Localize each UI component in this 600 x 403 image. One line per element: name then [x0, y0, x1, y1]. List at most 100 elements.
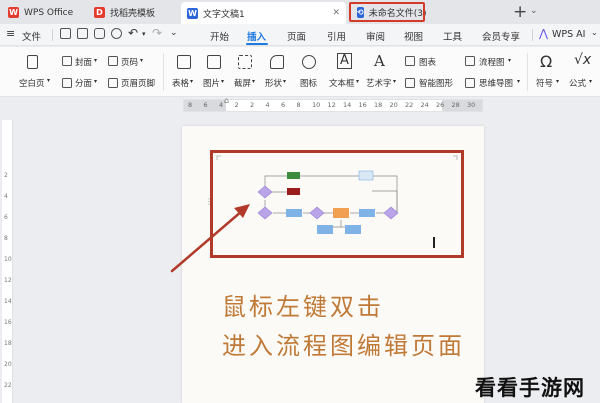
cover-button[interactable]: 封面 [75, 56, 92, 68]
ruler-tick-label: 8 [4, 235, 8, 242]
menu-home[interactable]: 开始 [210, 29, 229, 43]
section-break-icon[interactable] [62, 78, 72, 88]
table-button[interactable]: 表格 [172, 77, 189, 89]
preview-icon[interactable] [111, 28, 122, 39]
undo-dropdown-icon[interactable]: ▾ [142, 30, 146, 38]
header-footer-icon[interactable] [108, 78, 118, 88]
tab-template[interactable]: D 找稻壳模板 [88, 2, 178, 23]
docer-icon: D [94, 7, 105, 18]
screenshot-icon[interactable] [238, 55, 252, 69]
icon-library-icon[interactable] [302, 55, 316, 69]
tab-document-1[interactable]: W 文字文稿1 ✕ [181, 2, 346, 24]
image-button[interactable]: 图片 [203, 77, 220, 89]
ruler-margin [442, 100, 482, 111]
table-icon[interactable] [177, 55, 191, 69]
ruler-tick-label: 14 [4, 298, 12, 305]
smart-shape-icon[interactable] [405, 78, 415, 88]
dropdown-arrow-icon[interactable]: ▾ [94, 57, 97, 64]
divider [527, 53, 528, 91]
wordart-icon[interactable]: A [374, 52, 385, 70]
omega-icon[interactable]: Ω [540, 52, 552, 71]
ruler-tick-label: 6 [203, 101, 208, 109]
hamburger-menu-icon[interactable]: ≡ [6, 27, 15, 40]
screenshot-button[interactable]: 截屏 [234, 77, 251, 89]
dropdown-arrow-icon[interactable]: ▾ [556, 78, 559, 85]
dropdown-arrow-icon[interactable]: ▾ [356, 78, 359, 85]
section-button[interactable]: 分面 [75, 77, 92, 89]
undo-icon[interactable]: ↶ [128, 26, 138, 40]
dropdown-arrow-icon[interactable]: ▾ [94, 78, 97, 85]
flowchart-button[interactable]: 流程图 [479, 56, 505, 68]
symbol-button[interactable]: 符号 [536, 77, 553, 89]
menu-review[interactable]: 审阅 [366, 29, 385, 43]
wps-ai-icon[interactable]: ⋀ [539, 27, 548, 40]
mindmap-icon[interactable] [465, 78, 475, 88]
blank-page-button[interactable]: 空白页 [19, 77, 45, 89]
horizontal-ruler[interactable]: 8 6 4 2 2 4 6 8 10 12 14 16 18 20 22 24 26 28 30 ⌂ [183, 96, 483, 112]
menu-reference[interactable]: 引用 [327, 29, 346, 43]
tab-highlight-box [349, 2, 425, 22]
menu-page[interactable]: 页面 [287, 29, 306, 43]
dropdown-arrow-icon[interactable]: ▾ [508, 57, 511, 64]
ruler-tick-label: 28 [451, 101, 460, 109]
ruler-tick-label: 2 [234, 101, 239, 109]
shape-icon[interactable] [270, 55, 284, 69]
instruction-caption-line-2: 进入流程图编辑页面 [222, 332, 465, 360]
header-footer-button[interactable]: 页眉页脚 [121, 77, 155, 89]
flowchart-icon[interactable] [465, 56, 475, 66]
menu-tools[interactable]: 工具 [443, 29, 462, 43]
blank-page-icon[interactable] [27, 55, 38, 69]
ai-dropdown-icon[interactable]: ⌄ [591, 28, 598, 37]
dropdown-arrow-icon[interactable]: ▾ [47, 77, 50, 84]
dropdown-arrow-icon[interactable]: ▾ [140, 57, 143, 64]
textbox-icon[interactable]: A [337, 53, 352, 69]
ruler-tick-label: 6 [4, 214, 8, 221]
close-tab-icon[interactable]: ✕ [332, 8, 340, 18]
icons-button[interactable]: 图标 [300, 77, 317, 89]
ruler-tick-label: 26 [436, 101, 445, 109]
more-options-icon[interactable]: ⌄ [170, 28, 178, 38]
menu-insert[interactable]: 插入 [247, 29, 266, 43]
dropdown-arrow-icon[interactable]: ▾ [252, 78, 255, 85]
divider [532, 29, 533, 41]
instruction-caption-line-1: 鼠标左键双击 [222, 293, 384, 321]
image-icon[interactable] [207, 55, 221, 69]
dropdown-arrow-icon[interactable]: ▾ [393, 78, 396, 85]
ruler-tick-label: 12 [4, 277, 12, 284]
indent-marker-icon[interactable]: ⌂ [224, 96, 229, 105]
chart-button[interactable]: 图表 [419, 56, 436, 68]
dropdown-arrow-icon[interactable]: ▾ [283, 78, 286, 85]
menu-view[interactable]: 视图 [404, 29, 423, 43]
print-icon[interactable] [94, 28, 105, 39]
chart-icon[interactable] [405, 56, 415, 66]
redo-icon[interactable]: ↷ [152, 26, 162, 40]
formula-icon[interactable]: √x [574, 52, 591, 68]
tab-label: 文字文稿1 [203, 9, 245, 20]
ruler-tick-label: 22 [4, 382, 12, 389]
vertical-ruler[interactable]: 2 4 6 8 10 12 14 16 18 20 22 [2, 120, 13, 403]
menu-member[interactable]: 会员专享 [482, 29, 520, 43]
cover-icon[interactable] [62, 56, 72, 66]
mindmap-button[interactable]: 思维导图 [479, 77, 513, 89]
menu-file[interactable]: 文件 [22, 29, 41, 43]
tab-wps-office[interactable]: W WPS Office [2, 2, 84, 23]
ruler-tick-label: 8 [296, 101, 301, 109]
formula-button[interactable]: 公式 [569, 77, 586, 89]
new-tab-button[interactable]: + [513, 2, 527, 22]
textbox-button[interactable]: 文本框 [329, 77, 355, 89]
smart-shape-button[interactable]: 智能图形 [419, 77, 453, 89]
dropdown-arrow-icon[interactable]: ▾ [221, 78, 224, 85]
tab-list-chevron-icon[interactable]: ⌄ [530, 6, 538, 16]
page-number-icon[interactable] [108, 56, 118, 66]
page-number-button[interactable]: 页码 [121, 56, 138, 68]
ruler-tick-label: 20 [4, 361, 12, 368]
save-icon[interactable] [60, 28, 71, 39]
export-pdf-icon[interactable] [77, 28, 88, 39]
dropdown-arrow-icon[interactable]: ▾ [190, 78, 193, 85]
wordart-button[interactable]: 艺术字 [366, 77, 392, 89]
dropdown-arrow-icon[interactable]: ▾ [517, 78, 520, 85]
dropdown-arrow-icon[interactable]: ▾ [589, 78, 592, 85]
menu-wps-ai[interactable]: WPS AI [552, 29, 585, 40]
ruler-tick-label: 16 [358, 101, 367, 109]
shape-button[interactable]: 形状 [265, 77, 282, 89]
